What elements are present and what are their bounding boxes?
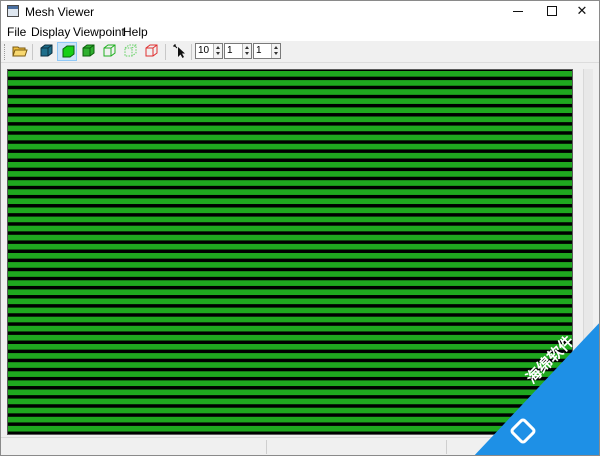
param-two-spinner[interactable]: 1 bbox=[224, 43, 252, 59]
status-bar bbox=[1, 437, 599, 455]
minimize-button[interactable] bbox=[501, 1, 535, 22]
flat-cube-icon bbox=[82, 44, 95, 57]
mesh-stripe bbox=[8, 98, 572, 104]
mesh-stripe bbox=[8, 189, 572, 195]
mesh-stripe bbox=[8, 171, 572, 177]
mesh-stripe bbox=[8, 398, 572, 405]
mesh-stripe bbox=[8, 71, 572, 77]
toolbar: 10 1 1 bbox=[1, 41, 599, 63]
mesh-stripe bbox=[8, 180, 572, 186]
edges-mode-button[interactable] bbox=[141, 42, 161, 61]
toolbar-separator bbox=[32, 44, 33, 60]
mesh-stripe bbox=[8, 253, 572, 259]
mesh-stripe bbox=[8, 216, 572, 223]
mesh-stripe bbox=[8, 425, 572, 432]
mesh-stripe bbox=[8, 416, 572, 423]
toolbar-separator bbox=[165, 44, 166, 60]
mesh-stripe bbox=[8, 207, 572, 214]
toolbar-grip[interactable] bbox=[4, 44, 6, 60]
mesh-background bbox=[8, 70, 572, 434]
menu-help[interactable]: Help bbox=[123, 25, 148, 39]
status-pane-main bbox=[1, 440, 267, 454]
mesh-stripe bbox=[8, 125, 572, 132]
mesh-render-canvas[interactable] bbox=[8, 70, 572, 434]
spinner-arrows[interactable] bbox=[271, 44, 280, 58]
mesh-stripe bbox=[8, 389, 572, 396]
mesh-stripe bbox=[8, 271, 572, 277]
app-icon bbox=[7, 5, 19, 17]
param-three-spinner[interactable]: 1 bbox=[253, 43, 281, 59]
status-pane-secondary bbox=[267, 440, 447, 454]
mesh-stripe bbox=[8, 80, 572, 86]
shaded-cube-icon bbox=[40, 44, 53, 57]
mesh-viewport[interactable] bbox=[7, 69, 573, 435]
red-wire-cube-icon bbox=[145, 44, 158, 57]
mesh-stripe bbox=[8, 152, 572, 159]
mesh-stripe bbox=[8, 243, 572, 250]
mesh-stripe bbox=[8, 353, 572, 359]
mesh-stripe bbox=[8, 262, 572, 268]
mesh-stripe bbox=[8, 334, 572, 341]
wireframe-mode-button[interactable] bbox=[99, 42, 119, 61]
title-bar[interactable]: Mesh Viewer ✕ bbox=[1, 1, 599, 22]
shaded-mode-button[interactable] bbox=[36, 42, 56, 61]
mesh-stripe bbox=[8, 234, 572, 241]
mesh-stripe bbox=[8, 362, 572, 368]
mesh-stripe bbox=[8, 280, 572, 286]
mesh-stripe bbox=[8, 316, 572, 323]
mesh-stripe bbox=[8, 298, 572, 305]
mesh-stripe bbox=[8, 134, 572, 141]
mesh-stripe bbox=[8, 225, 572, 232]
menu-file[interactable]: File bbox=[7, 25, 26, 39]
open-icon bbox=[12, 46, 28, 57]
solid-cube-icon bbox=[62, 45, 75, 58]
mesh-stripe bbox=[8, 107, 572, 114]
mesh-stripe bbox=[8, 89, 572, 95]
mesh-stripe bbox=[8, 407, 572, 414]
mesh-stripe bbox=[8, 116, 572, 123]
window-title: Mesh Viewer bbox=[25, 5, 95, 19]
select-pointer-button[interactable] bbox=[170, 42, 190, 61]
minimize-icon bbox=[513, 11, 523, 12]
mesh-stripe bbox=[8, 143, 572, 150]
toolbar-separator bbox=[191, 44, 192, 60]
mesh-stripe bbox=[8, 162, 572, 168]
points-mode-button[interactable] bbox=[120, 42, 140, 61]
close-button[interactable]: ✕ bbox=[565, 1, 599, 22]
spinner-arrows[interactable] bbox=[242, 44, 251, 58]
pointer-icon bbox=[173, 44, 185, 58]
mesh-stripe bbox=[8, 307, 572, 314]
maximize-button[interactable] bbox=[535, 1, 569, 22]
wireframe-cube-icon bbox=[103, 44, 116, 57]
mesh-stripe bbox=[8, 380, 572, 387]
menu-bar: File Display Viewpoint Help bbox=[1, 22, 599, 41]
mesh-stripe bbox=[8, 198, 572, 205]
maximize-icon bbox=[547, 6, 557, 16]
flat-mode-button[interactable] bbox=[78, 42, 98, 61]
mesh-stripe bbox=[8, 371, 572, 377]
mesh-viewer-window: Mesh Viewer ✕ File Display Viewpoint Hel… bbox=[0, 0, 600, 456]
open-file-button[interactable] bbox=[10, 42, 30, 61]
vertical-scrollbar[interactable] bbox=[583, 69, 593, 435]
subdivision-value: 10 bbox=[198, 45, 210, 56]
menu-display[interactable]: Display bbox=[31, 25, 70, 39]
param-two-value: 1 bbox=[227, 45, 233, 56]
mesh-stripe bbox=[8, 344, 572, 350]
dotted-cube-icon bbox=[124, 44, 137, 57]
param-three-value: 1 bbox=[256, 45, 262, 56]
mesh-stripe bbox=[8, 325, 572, 332]
menu-viewpoint[interactable]: Viewpoint bbox=[73, 25, 125, 39]
solid-mode-button[interactable] bbox=[57, 42, 77, 61]
mesh-stripe bbox=[8, 289, 572, 296]
spinner-arrows[interactable] bbox=[213, 44, 222, 58]
subdivision-spinner[interactable]: 10 bbox=[195, 43, 223, 59]
